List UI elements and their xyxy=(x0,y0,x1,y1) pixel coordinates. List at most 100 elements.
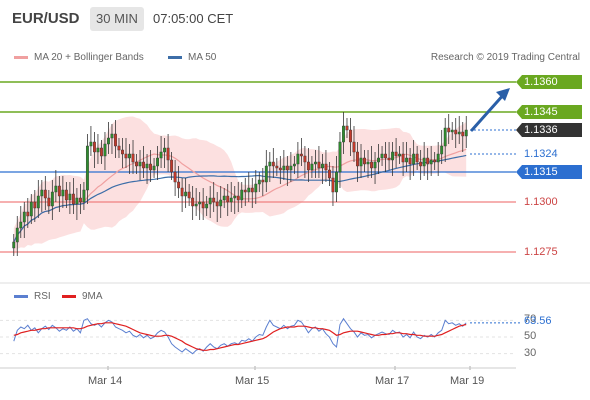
rsi-line xyxy=(13,317,467,355)
candle-body xyxy=(387,157,391,161)
candle-body xyxy=(359,157,363,167)
candle-body xyxy=(299,153,303,157)
candle-body xyxy=(226,195,230,203)
candle-body xyxy=(145,163,149,169)
candle-body xyxy=(15,227,19,243)
candle-body xyxy=(278,167,282,171)
candle-body xyxy=(370,161,373,169)
candle-body xyxy=(180,187,184,197)
candle-body xyxy=(71,193,75,205)
candle-body xyxy=(93,141,96,153)
candle-body xyxy=(345,125,349,131)
candle-body xyxy=(142,161,145,169)
candle-body xyxy=(26,211,30,217)
candle-body xyxy=(317,161,321,169)
candle-body xyxy=(159,151,163,159)
x-tick-label-0: Mar 14 xyxy=(88,375,123,387)
candle-body xyxy=(461,131,465,137)
candle-body xyxy=(429,159,433,165)
candle-body xyxy=(212,197,216,203)
candle-body xyxy=(152,165,156,171)
candle-body xyxy=(454,129,458,135)
candle-body xyxy=(229,197,233,203)
price-chart xyxy=(0,81,590,370)
candle-body xyxy=(436,153,440,163)
candle-body xyxy=(240,189,244,201)
candle-body xyxy=(124,153,128,159)
candle-body xyxy=(324,163,328,171)
candle-body xyxy=(328,169,331,179)
candle-body xyxy=(419,161,423,167)
candle-body xyxy=(29,201,33,217)
level-label-1.1300: 1.1300 xyxy=(524,196,558,208)
candle-body xyxy=(54,185,58,193)
candle-body xyxy=(68,193,72,201)
candle-body xyxy=(121,149,124,155)
candle-body xyxy=(443,127,447,147)
candle-body xyxy=(366,161,370,165)
level-label-1.1345: 1.1345 xyxy=(516,105,582,119)
candle-body xyxy=(64,189,68,201)
candle-body xyxy=(440,145,444,155)
candle-body xyxy=(398,153,402,157)
candle-body xyxy=(247,187,251,193)
candle-body xyxy=(43,189,47,199)
level-label-1.1324: 1.1324 xyxy=(524,148,558,160)
candle-body xyxy=(184,191,188,197)
candle-body xyxy=(82,189,86,203)
candle-body xyxy=(205,203,209,209)
candle-body xyxy=(447,127,451,133)
candle-body xyxy=(128,153,131,159)
candle-body xyxy=(363,157,366,165)
candle-body xyxy=(243,189,247,193)
candle-body xyxy=(149,163,152,171)
candle-body xyxy=(349,129,352,143)
candle-body xyxy=(377,157,380,163)
candle-body xyxy=(450,129,454,133)
level-label-1.1315: 1.1315 xyxy=(516,165,582,179)
candle-body xyxy=(61,189,65,197)
candle-body xyxy=(310,163,314,171)
candle-body xyxy=(296,153,300,165)
candle-body xyxy=(166,147,170,161)
candle-body xyxy=(40,189,44,197)
candle-body xyxy=(100,147,103,157)
candle-body xyxy=(282,165,286,171)
candle-body xyxy=(261,179,265,183)
candle-body xyxy=(433,159,437,163)
candle-body xyxy=(356,151,359,167)
candle-body xyxy=(187,191,191,199)
candle-body xyxy=(275,165,279,169)
candle-body xyxy=(331,177,335,193)
candle-body xyxy=(78,197,82,203)
candle-body xyxy=(208,197,212,205)
x-tick-label-2: Mar 17 xyxy=(375,375,410,387)
candle-body xyxy=(335,171,338,193)
candle-body xyxy=(271,161,275,167)
x-tick-label-1: Mar 15 xyxy=(235,375,270,387)
candle-body xyxy=(191,197,195,207)
candle-body xyxy=(103,143,107,157)
candle-body xyxy=(163,147,167,153)
candle-body xyxy=(464,129,468,137)
candle-body xyxy=(373,161,377,169)
candle-body xyxy=(89,141,93,147)
candle-body xyxy=(19,221,23,229)
candle-body xyxy=(170,159,174,173)
candle-body xyxy=(384,153,387,159)
candle-body xyxy=(173,171,177,183)
candle-body xyxy=(33,201,37,209)
candle-body xyxy=(250,187,254,193)
candle-body xyxy=(114,133,117,147)
candle-body xyxy=(264,165,268,183)
rsi-tick-30: 30 xyxy=(524,346,537,359)
candle-body xyxy=(47,197,51,207)
candle-body xyxy=(201,201,205,209)
candle-body xyxy=(222,195,226,201)
candle-body xyxy=(457,131,461,135)
candle-body xyxy=(292,163,296,167)
candle-body xyxy=(57,185,61,197)
candle-body xyxy=(107,137,110,145)
candle-body xyxy=(198,201,202,205)
candle-body xyxy=(233,195,237,199)
